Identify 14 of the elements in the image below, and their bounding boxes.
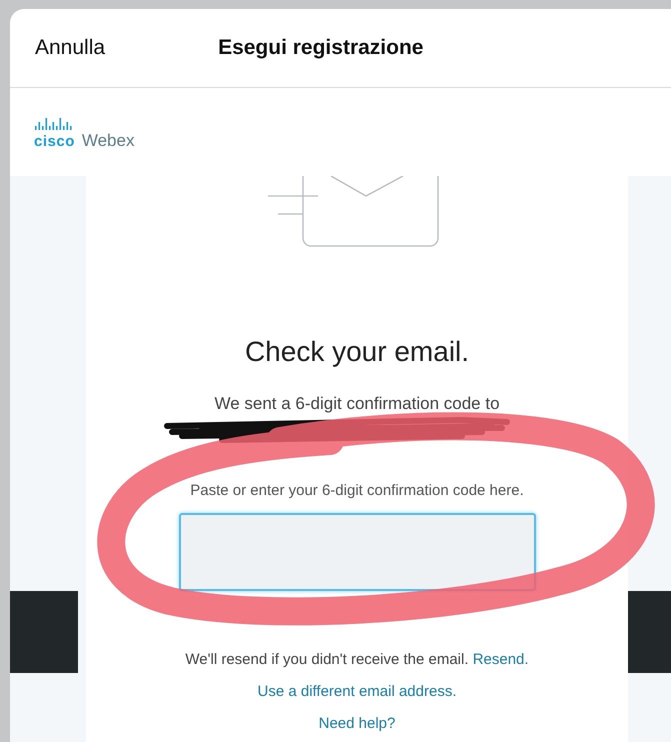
header-title: Esegui registrazione	[218, 36, 424, 60]
resend-link[interactable]: Resend.	[472, 651, 529, 668]
different-email-link[interactable]: Use a different email address.	[258, 683, 456, 700]
sent-text: We sent a 6-digit confirmation code to	[214, 394, 500, 414]
logo-brand: cisco	[34, 133, 75, 150]
help-link[interactable]: Need help?	[318, 715, 396, 732]
cancel-button[interactable]: Annulla	[35, 36, 106, 60]
logo-product: Webex	[82, 131, 134, 151]
cisco-bars-icon	[35, 118, 73, 130]
heading: Check your email.	[244, 336, 470, 368]
code-input-field[interactable]	[178, 513, 536, 591]
code-label: Paste or enter your 6-digit confirmation code here.	[190, 482, 524, 499]
envelope-icon	[268, 176, 440, 248]
resend-text: We'll resend if you didn't receive the email.	[185, 651, 469, 668]
